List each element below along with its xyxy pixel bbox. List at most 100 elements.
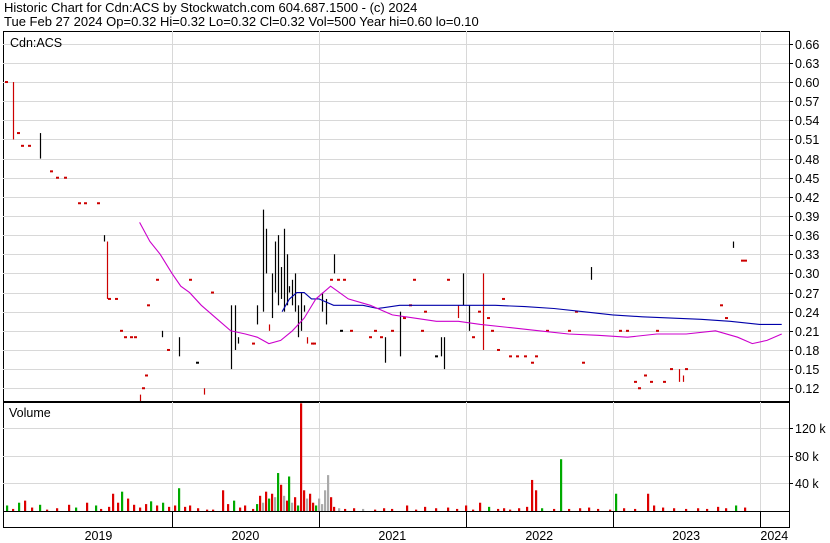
volume-bar — [435, 508, 438, 511]
moving-average-line — [281, 292, 782, 325]
price-bar — [568, 329, 571, 332]
volume-bar — [509, 509, 512, 511]
price-bar — [741, 259, 744, 262]
volume-bar — [465, 505, 468, 511]
volume-bar — [256, 504, 259, 511]
price-bar — [685, 368, 688, 371]
price-bar — [350, 329, 353, 332]
volume-bar — [31, 507, 34, 511]
volume-bar — [189, 505, 192, 511]
price-bar — [78, 202, 81, 205]
price-bar — [531, 361, 534, 364]
volume-bar — [75, 507, 78, 511]
price-bars — [5, 81, 747, 401]
volume-bar — [297, 505, 300, 511]
volume-bar — [479, 502, 482, 511]
price-bar — [64, 176, 67, 179]
volume-bar — [184, 506, 187, 511]
price-bar — [196, 361, 199, 364]
axis-labels: 0.66 0.63 0.60 0.57 0.54 0.51 0.48 0.45 0.42 0.39… — [9, 36, 826, 543]
price-tick-label: 0.36 — [795, 229, 819, 243]
volume-bar — [597, 508, 600, 511]
price-tick-label: 0.30 — [795, 267, 819, 281]
x-tick-label: 2019 — [85, 529, 113, 543]
volume-bar — [374, 509, 377, 511]
volume-bar — [535, 490, 538, 511]
price-tick-label: 0.54 — [795, 114, 819, 128]
volume-bar — [338, 508, 341, 511]
volume-bar — [303, 490, 306, 511]
volume-bar — [244, 505, 247, 511]
price-bar — [582, 361, 585, 364]
volume-bar — [68, 504, 71, 511]
price-bar — [650, 380, 653, 383]
price-tick-label: 0.12 — [795, 382, 819, 396]
volume-bar — [300, 403, 303, 511]
volume-bar — [294, 497, 297, 511]
price-bar — [424, 310, 427, 313]
volume-bar — [588, 507, 591, 511]
volume-bar — [333, 506, 336, 511]
volume-bar — [56, 508, 59, 511]
price-bar — [156, 278, 159, 281]
volume-bar — [488, 506, 491, 511]
volume-bar — [318, 498, 321, 511]
price-tick-label: 0.15 — [795, 363, 819, 377]
volume-bar — [553, 508, 556, 511]
volume-bar — [127, 498, 130, 511]
price-bar — [656, 329, 659, 332]
volume-bar — [456, 508, 459, 511]
volume-bar — [697, 508, 700, 511]
volume-label: Volume — [9, 406, 51, 420]
volume-bar — [315, 505, 318, 511]
volume-bar — [673, 508, 676, 511]
price-bar — [472, 336, 475, 339]
volume-bar — [212, 509, 215, 511]
volume-bar — [39, 504, 42, 511]
volume-bar — [227, 504, 230, 511]
x-tick-label: 2022 — [525, 529, 553, 543]
volume-bar — [286, 500, 289, 511]
price-bar — [115, 297, 118, 300]
volume-bar — [634, 508, 637, 511]
volume-bar — [178, 488, 181, 511]
price-bar — [638, 387, 641, 390]
volume-bar — [717, 506, 720, 511]
volume-bar — [306, 498, 309, 511]
price-tick-label: 0.45 — [795, 172, 819, 186]
price-bar — [374, 329, 377, 332]
volume-bar — [362, 508, 365, 511]
price-tick-label: 0.51 — [795, 133, 819, 147]
price-bar — [28, 144, 31, 147]
volume-bar — [309, 493, 312, 511]
volume-bar — [233, 500, 236, 511]
price-bar — [509, 355, 512, 358]
volume-bar — [271, 493, 274, 511]
price-bar — [670, 368, 673, 371]
volume-bar — [239, 507, 242, 511]
volume-bar — [415, 509, 418, 511]
price-bar — [313, 342, 316, 345]
volume-tick-label: 40 k — [795, 477, 819, 491]
price-tick-label: 0.57 — [795, 95, 819, 109]
volume-bar — [447, 507, 450, 511]
volume-bar — [503, 508, 506, 511]
volume-bar — [725, 508, 728, 511]
volume-bar — [353, 508, 356, 511]
volume-bar — [283, 495, 286, 511]
x-tick-label: 2021 — [378, 529, 406, 543]
price-bar — [167, 348, 170, 351]
volume-bar — [383, 508, 386, 511]
price-bar — [725, 317, 728, 320]
price-bar — [343, 278, 346, 281]
price-bar — [413, 278, 416, 281]
price-bar — [211, 291, 214, 294]
volume-bar — [206, 509, 209, 511]
price-tick-label: 0.27 — [795, 287, 819, 301]
volume-bar — [156, 505, 159, 511]
volume-bar — [321, 504, 324, 511]
volume-bar — [259, 495, 262, 511]
volume-bar — [291, 502, 294, 511]
price-bar — [720, 304, 723, 307]
price-bar — [421, 329, 424, 332]
